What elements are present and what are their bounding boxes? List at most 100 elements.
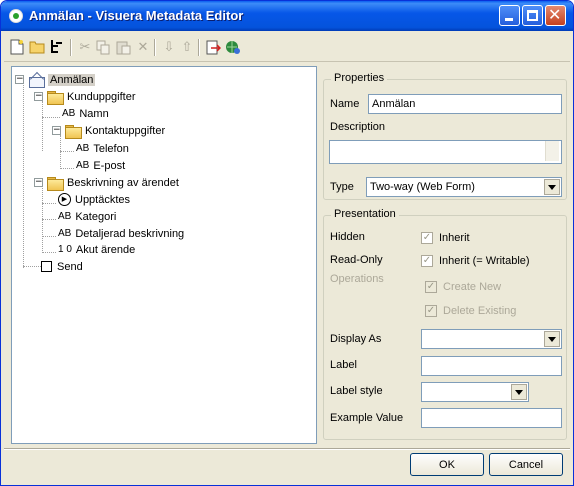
readonly-label: Read-Only	[330, 254, 383, 266]
properties-title: Properties	[331, 72, 388, 84]
tree-item-detaljerad[interactable]: AB Detaljerad beskrivning	[58, 225, 184, 242]
checkbox-icon: ✓	[421, 232, 433, 244]
tree-item-telefon[interactable]: AB Telefon	[76, 140, 129, 157]
maximize-icon	[527, 10, 538, 21]
name-input[interactable]: Anmälan	[368, 94, 562, 114]
tree-item-beskrivning[interactable]: − Beskrivning av ärendet	[34, 174, 179, 191]
paste-icon[interactable]	[114, 38, 132, 56]
checkbox-icon: ✓	[425, 281, 437, 293]
tree-item-epost[interactable]: AB E-post	[76, 157, 125, 174]
collapse-icon[interactable]: −	[15, 75, 24, 84]
tree-item-label: Kategori	[75, 210, 117, 223]
description-label: Description	[330, 121, 386, 133]
example-value-input[interactable]	[421, 408, 562, 428]
type-label: Type	[330, 181, 354, 193]
tree-item-label: Akut ärende	[75, 243, 136, 256]
folder-icon	[47, 176, 64, 191]
bottom-separator	[4, 448, 570, 450]
editor-window: Anmälan - Visuera Metadata Editor ✕ ✂ ✕ …	[0, 0, 574, 486]
tree-item-label: Telefon	[93, 142, 129, 155]
delete-icon[interactable]: ✕	[134, 38, 152, 56]
cancel-button[interactable]: Cancel	[489, 453, 563, 476]
tree-item-label: Namn	[79, 107, 109, 120]
create-new-label: Create New	[443, 281, 502, 293]
tree-item-label: E-post	[93, 159, 126, 172]
tree-item-kontaktuppgifter[interactable]: − Kontaktuppgifter	[52, 122, 165, 139]
readonly-inherit-checkbox[interactable]: ✓ Inherit (= Writable)	[421, 255, 530, 267]
operations-label: Operations	[330, 273, 384, 285]
tree-item-root[interactable]: − Anmälan	[15, 71, 96, 88]
hidden-inherit-checkbox[interactable]: ✓ Inherit	[421, 232, 470, 244]
metadata-tree[interactable]: − Anmälan − Kunduppgifter AB Namn − Kont…	[11, 66, 317, 444]
tree-item-upptacktes[interactable]: ▶ Upptäcktes	[58, 191, 130, 208]
text-type-icon: AB	[62, 108, 76, 119]
cut-icon[interactable]: ✂	[76, 38, 94, 56]
maximize-button[interactable]	[522, 5, 543, 26]
tree-item-send[interactable]: Send	[41, 258, 83, 275]
hidden-label: Hidden	[330, 231, 365, 243]
label-input[interactable]	[421, 356, 562, 376]
label-label: Label	[330, 359, 357, 371]
display-as-select[interactable]	[421, 329, 562, 349]
toolbar: ✂ ✕ ⇩ ⇧	[4, 34, 570, 62]
tree-item-label: Kunduppgifter	[67, 90, 136, 103]
tree-icon[interactable]	[48, 38, 66, 56]
delete-existing-checkbox[interactable]: ✓ Delete Existing	[425, 305, 516, 317]
tree-item-akut[interactable]: 1 0 Akut ärende	[58, 241, 135, 258]
type-select-value: Two-way (Web Form)	[370, 181, 475, 193]
label-style-select[interactable]	[421, 382, 529, 402]
close-button[interactable]: ✕	[545, 5, 566, 26]
label-style-label: Label style	[330, 385, 383, 397]
type-select[interactable]: Two-way (Web Form)	[366, 177, 562, 197]
copy-icon[interactable]	[94, 38, 112, 56]
new-document-icon[interactable]	[8, 38, 26, 56]
collapse-icon[interactable]: −	[34, 178, 43, 187]
open-folder-icon[interactable]	[28, 38, 46, 56]
display-as-label: Display As	[330, 333, 382, 345]
chevron-down-icon[interactable]	[544, 331, 560, 347]
delete-existing-label: Delete Existing	[443, 305, 517, 317]
text-type-icon: AB	[58, 211, 72, 222]
collapse-icon[interactable]: −	[34, 92, 43, 101]
presentation-group: Presentation	[323, 208, 567, 440]
chevron-down-icon[interactable]	[544, 179, 560, 195]
presentation-title: Presentation	[331, 208, 399, 220]
example-value-label: Example Value	[330, 412, 404, 424]
checkbox-icon: ✓	[425, 305, 437, 317]
window-title: Anmälan - Visuera Metadata Editor	[29, 8, 244, 23]
button-type-icon	[41, 261, 52, 272]
text-type-icon: AB	[76, 160, 90, 171]
close-icon: ✕	[548, 5, 562, 24]
tree-item-kunduppgifter[interactable]: − Kunduppgifter	[34, 88, 136, 105]
export-icon[interactable]	[204, 38, 222, 56]
create-new-checkbox[interactable]: ✓ Create New	[425, 281, 501, 293]
move-down-icon[interactable]: ⇩	[160, 38, 178, 56]
tree-item-label: Anmälan	[48, 73, 96, 86]
web-icon[interactable]	[224, 38, 242, 56]
tree-item-namn[interactable]: AB Namn	[62, 105, 109, 122]
collapse-icon[interactable]: −	[52, 126, 61, 135]
tree-item-label: Kontaktuppgifter	[85, 124, 166, 137]
app-icon	[9, 9, 23, 23]
title-bar[interactable]: Anmälan - Visuera Metadata Editor ✕	[1, 1, 573, 31]
minimize-icon	[505, 18, 513, 21]
chevron-down-icon[interactable]	[511, 384, 527, 400]
choice-icon: ▶	[58, 193, 71, 206]
tree-item-label: Send	[57, 260, 83, 273]
text-type-icon: AB	[58, 228, 72, 239]
readonly-inherit-label: Inherit (= Writable)	[439, 255, 530, 267]
folder-icon	[47, 90, 64, 105]
tree-item-label: Beskrivning av ärendet	[67, 176, 179, 189]
checkbox-icon: ✓	[421, 255, 433, 267]
description-scrollbar[interactable]	[545, 141, 559, 161]
name-label: Name	[330, 98, 360, 110]
minimize-button[interactable]	[499, 5, 520, 26]
move-up-icon[interactable]: ⇧	[178, 38, 196, 56]
tree-item-kategori[interactable]: AB Kategori	[58, 208, 116, 225]
ok-button[interactable]: OK	[410, 453, 484, 476]
tree-item-label: Upptäcktes	[75, 193, 131, 206]
tree-item-label: Detaljerad beskrivning	[75, 227, 185, 240]
description-input[interactable]	[329, 140, 562, 164]
boolean-type-icon: 1 0	[58, 244, 72, 255]
text-type-icon: AB	[76, 143, 90, 154]
